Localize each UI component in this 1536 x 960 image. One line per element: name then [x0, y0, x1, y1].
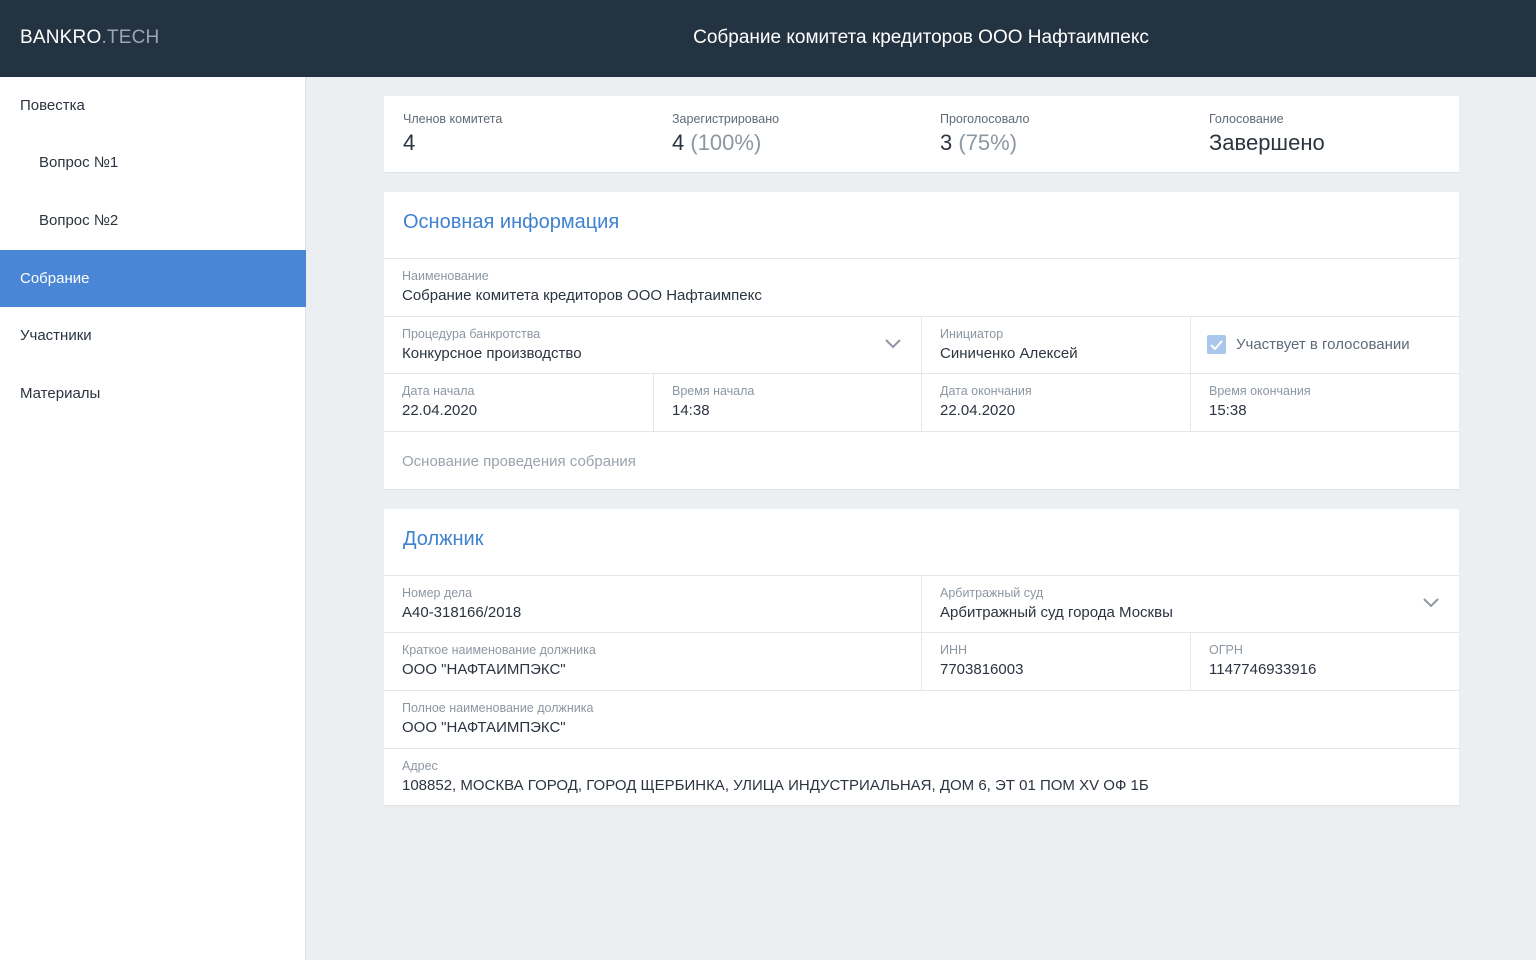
field-value: Собрание комитета кредиторов ООО Нафтаим…: [402, 287, 762, 304]
sidebar: Повестка Вопрос №1 Вопрос №2 Собрание Уч…: [0, 77, 306, 960]
votes-checkbox-wrap[interactable]: Участвует в голосовании: [1207, 335, 1410, 354]
ogrn-field[interactable]: ОГРН 1147746933916: [1190, 633, 1459, 690]
field-value: 14:38: [672, 402, 710, 419]
field-value: 15:38: [1209, 402, 1247, 419]
stat-label: Членов комитета: [403, 112, 503, 126]
court-select[interactable]: Арбитражный суд Арбитражный суд города М…: [921, 576, 1459, 632]
field-value: Арбитражный суд города Москвы: [940, 604, 1173, 621]
sidebar-item-agenda[interactable]: Повестка: [0, 77, 306, 134]
main-info-card: Основная информация Наименование Собрани…: [384, 192, 1459, 489]
field-row: Наименование Собрание комитета кредиторо…: [384, 258, 1459, 316]
field-label: ИНН: [940, 643, 968, 657]
field-value: Синиченко Алексей: [940, 345, 1078, 362]
field-label: Инициатор: [940, 327, 1004, 341]
stat-label: Голосование: [1209, 112, 1284, 126]
debtor-card: Должник Номер дела А40-318166/2018 Арбит…: [384, 509, 1459, 805]
initiator-field[interactable]: Инициатор Синиченко Алексей: [921, 317, 1190, 373]
field-label: Время начала: [672, 384, 755, 398]
field-label: Время окончания: [1209, 384, 1311, 398]
field-value: 108852, МОСКВА ГОРОД, ГОРОД ЩЕРБИНКА, УЛ…: [402, 777, 1149, 794]
sidebar-item-question-1[interactable]: Вопрос №1: [0, 134, 306, 191]
stat-percent: (75%): [958, 130, 1018, 155]
field-row: Полное наименование должника ООО "НАФТАИ…: [384, 690, 1459, 748]
field-value: 7703816003: [940, 661, 1024, 678]
top-bar: BANKRO.TECH Собрание комитета кредиторов…: [0, 0, 1536, 77]
logo-suffix: .TECH: [101, 27, 160, 48]
case-number-field[interactable]: Номер дела А40-318166/2018: [384, 576, 921, 632]
short-name-field[interactable]: Краткое наименование должника ООО "НАФТА…: [384, 633, 921, 690]
field-label: Номер дела: [402, 586, 473, 600]
inn-field[interactable]: ИНН 7703816003: [921, 633, 1190, 690]
end-time-field[interactable]: Время окончания 15:38: [1190, 374, 1459, 431]
field-row: Основание проведения собрания: [384, 431, 1459, 489]
field-row: Процедура банкротства Конкурсное произво…: [384, 316, 1459, 373]
chevron-down-icon[interactable]: [885, 339, 901, 349]
start-date-field[interactable]: Дата начала 22.04.2020: [384, 374, 653, 431]
section-title: Должник: [403, 528, 484, 550]
votes-checkbox-field: Участвует в голосовании: [1190, 317, 1459, 373]
stat-value: 3 (75%): [940, 130, 1018, 155]
field-label: Процедура банкротства: [402, 327, 541, 341]
stat-value: Завершено: [1209, 130, 1325, 155]
field-label: Дата начала: [402, 384, 475, 398]
sidebar-item-participants[interactable]: Участники: [0, 307, 306, 364]
sidebar-item-materials[interactable]: Материалы: [0, 365, 306, 422]
field-label: Краткое наименование должника: [402, 643, 596, 657]
name-field[interactable]: Наименование Собрание комитета кредиторо…: [384, 259, 1459, 316]
sidebar-item-meeting[interactable]: Собрание: [0, 250, 306, 307]
stat-label: Проголосовало: [940, 112, 1030, 126]
stat-value: 4 (100%): [672, 130, 762, 155]
stat-value: 4: [403, 130, 416, 155]
page-title: Собрание комитета кредиторов ООО Нафтаим…: [693, 27, 1149, 48]
logo-main: BANKRO: [20, 27, 102, 48]
field-value: 1147746933916: [1209, 661, 1317, 678]
logo[interactable]: BANKRO.TECH: [20, 27, 159, 49]
field-value: А40-318166/2018: [402, 604, 522, 621]
sidebar-item-question-2[interactable]: Вопрос №2: [0, 192, 306, 249]
chevron-down-icon[interactable]: [1423, 598, 1439, 608]
stats-card: Членов комитета 4 Зарегистрировано 4 (10…: [384, 96, 1459, 172]
stat-label: Зарегистрировано: [672, 112, 780, 126]
field-value: 22.04.2020: [402, 402, 478, 419]
field-label: Арбитражный суд: [940, 586, 1044, 600]
field-label: Наименование: [402, 269, 489, 283]
field-label: Полное наименование должника: [402, 701, 594, 715]
end-date-field[interactable]: Дата окончания 22.04.2020: [921, 374, 1190, 431]
field-value: ООО "НАФТАИМПЭКС": [402, 719, 566, 736]
field-row: Краткое наименование должника ООО "НАФТА…: [384, 632, 1459, 690]
checkbox[interactable]: [1207, 335, 1226, 354]
stat-percent: (100%): [690, 130, 762, 155]
field-label: ОГРН: [1209, 643, 1243, 657]
field-row: Адрес 108852, МОСКВА ГОРОД, ГОРОД ЩЕРБИН…: [384, 748, 1459, 805]
field-placeholder: Основание проведения собрания: [402, 453, 636, 470]
address-field[interactable]: Адрес 108852, МОСКВА ГОРОД, ГОРОД ЩЕРБИН…: [384, 749, 1459, 805]
check-icon: [1210, 339, 1223, 350]
procedure-select[interactable]: Процедура банкротства Конкурсное произво…: [384, 317, 921, 373]
field-row: Номер дела А40-318166/2018 Арбитражный с…: [384, 575, 1459, 632]
field-label: Адрес: [402, 759, 438, 773]
full-name-field[interactable]: Полное наименование должника ООО "НАФТАИ…: [384, 691, 1459, 748]
field-value: ООО "НАФТАИМПЭКС": [402, 661, 566, 678]
field-row: Дата начала 22.04.2020 Время начала 14:3…: [384, 373, 1459, 431]
field-value: 22.04.2020: [940, 402, 1016, 419]
field-label: Дата окончания: [940, 384, 1032, 398]
field-value: Конкурсное производство: [402, 345, 582, 362]
section-title: Основная информация: [403, 211, 620, 233]
start-time-field[interactable]: Время начала 14:38: [653, 374, 921, 431]
checkbox-label: Участвует в голосовании: [1236, 336, 1410, 353]
basis-field[interactable]: Основание проведения собрания: [384, 432, 1459, 489]
